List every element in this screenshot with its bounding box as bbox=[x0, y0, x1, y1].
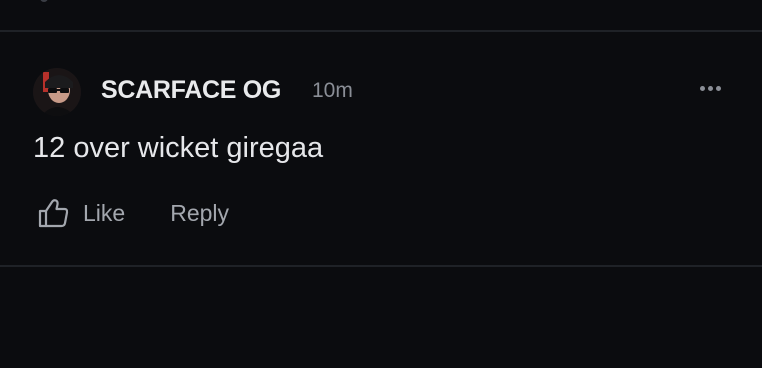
comment-thread: SCARFACE OG 10m 12 over wicket giregaa L… bbox=[0, 0, 762, 368]
like-label: Like bbox=[83, 199, 126, 226]
timestamp: 10m bbox=[312, 79, 353, 102]
more-options-icon-dot bbox=[707, 85, 713, 91]
like-button[interactable]: Like bbox=[36, 196, 125, 230]
author-name[interactable]: SCARFACE OG bbox=[101, 76, 281, 105]
comment-actions: Like Reply bbox=[36, 195, 229, 231]
more-options-icon-dot bbox=[715, 85, 721, 91]
more-options-button[interactable] bbox=[692, 76, 728, 100]
previous-item-stub bbox=[40, 0, 48, 2]
more-options-icon bbox=[699, 85, 705, 91]
comment-text: 12 over wicket giregaa bbox=[33, 132, 324, 164]
avatar[interactable] bbox=[33, 68, 81, 116]
reply-button[interactable]: Reply bbox=[170, 200, 229, 227]
thumbs-up-icon bbox=[38, 199, 69, 228]
profile-avatar-icon bbox=[33, 68, 81, 116]
divider-bottom bbox=[0, 265, 762, 267]
comment: SCARFACE OG 10m 12 over wicket giregaa L… bbox=[0, 32, 762, 265]
